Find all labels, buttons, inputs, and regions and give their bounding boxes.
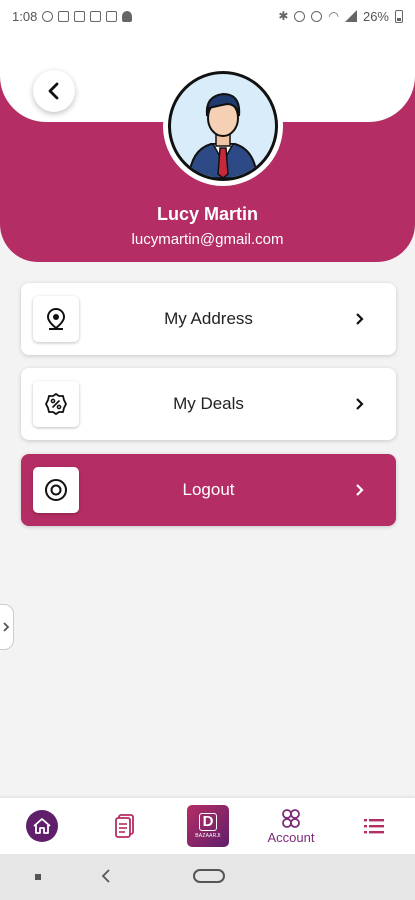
youtube-icon — [58, 10, 70, 22]
chevron-right-icon — [3, 622, 10, 632]
menu-item-label: Logout — [182, 480, 235, 499]
avatar[interactable] — [168, 71, 278, 181]
avatar-frame — [163, 66, 283, 186]
chevron-right-icon — [350, 309, 370, 329]
nav-app-logo[interactable]: D BAZAARJI — [186, 798, 230, 854]
nav-account[interactable]: Account — [258, 798, 324, 854]
system-navigation-bar — [0, 854, 415, 900]
app-badge-icon — [106, 10, 118, 22]
chevron-right-icon — [350, 394, 370, 414]
nav-home[interactable] — [24, 798, 60, 854]
logo-mark: D — [198, 813, 218, 831]
app-notification-icon — [42, 10, 54, 22]
news-icon — [74, 10, 86, 22]
account-users-icon — [282, 809, 300, 828]
profile-email: lucymartin@gmail.com — [131, 231, 284, 248]
status-time: 1:08 — [12, 8, 38, 24]
back-arrow-icon — [48, 82, 59, 100]
profile-name: Lucy Martin — [156, 204, 258, 224]
user-avatar-icon — [187, 92, 259, 178]
status-left: 1:08 — [12, 8, 133, 24]
menu-item-label: My Deals — [173, 394, 244, 413]
nav-menu[interactable] — [360, 798, 388, 854]
nav-orders[interactable] — [110, 798, 140, 854]
status-bar: 1:08 ✱ ◠ 26% — [0, 0, 415, 32]
menu-item-logout[interactable]: Logout — [21, 454, 396, 526]
menu-item-my-address[interactable]: My Address — [21, 283, 396, 355]
recent-apps-icon[interactable] — [35, 874, 41, 880]
wifi-icon: ◠ — [328, 9, 339, 23]
list-menu-icon — [364, 819, 384, 834]
system-home-icon[interactable] — [193, 869, 225, 883]
status-right: ✱ ◠ 26% — [278, 9, 403, 24]
alarm-icon — [311, 10, 323, 22]
logo-text: BAZAARJI — [195, 833, 221, 839]
home-icon — [33, 818, 51, 834]
nav-account-label: Account — [267, 830, 315, 845]
document-list-icon — [115, 814, 134, 838]
home-button — [26, 810, 58, 842]
back-button[interactable] — [33, 70, 75, 112]
app-logo: D BAZAARJI — [187, 805, 229, 847]
menu-item-label: My Address — [164, 309, 253, 328]
system-back-icon[interactable] — [100, 868, 112, 889]
signal-icon — [344, 10, 357, 22]
menu-item-my-deals[interactable]: My Deals — [21, 368, 396, 440]
bottom-navigation: D BAZAARJI Account — [0, 798, 415, 854]
bluetooth-icon: ✱ — [278, 9, 289, 23]
mute-icon — [294, 10, 306, 22]
battery-icon — [395, 9, 403, 23]
battery-percent: 26% — [362, 8, 389, 24]
side-drawer-tab[interactable] — [0, 604, 14, 650]
chevron-right-icon — [350, 480, 370, 500]
app-s-icon — [90, 10, 102, 22]
bell-icon — [122, 10, 133, 22]
